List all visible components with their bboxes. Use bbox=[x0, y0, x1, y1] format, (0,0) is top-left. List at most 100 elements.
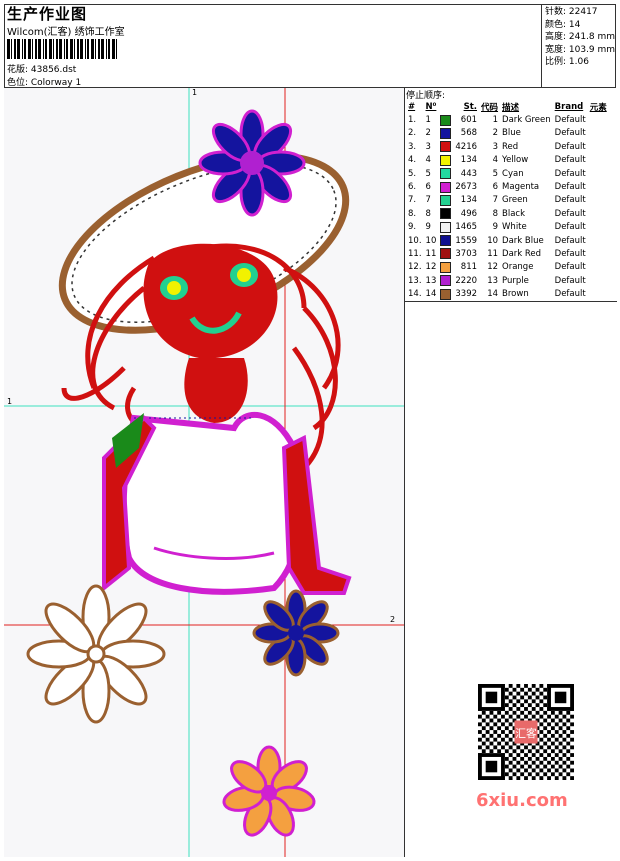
thread-row: 2. 2 568 2 Blue Default bbox=[406, 127, 609, 140]
thread-stitches: 3703 bbox=[455, 248, 478, 259]
thread-swatch bbox=[438, 140, 453, 153]
thread-no: 10 bbox=[425, 235, 437, 246]
thread-no: 7 bbox=[425, 195, 431, 206]
thread-element bbox=[588, 234, 609, 247]
thread-code: 4 bbox=[492, 155, 499, 166]
thread-swatch bbox=[438, 274, 453, 287]
thread-num: 6. bbox=[408, 182, 417, 193]
color-swatch bbox=[440, 261, 452, 273]
thread-code: 9 bbox=[492, 222, 499, 233]
thread-swatch bbox=[438, 247, 453, 260]
barcode bbox=[7, 39, 117, 59]
thread-row: 4. 4 134 4 Yellow Default bbox=[406, 154, 609, 167]
thread-swatch bbox=[438, 127, 453, 140]
thread-stitches: 3392 bbox=[455, 289, 478, 300]
thread-code: 10 bbox=[487, 235, 499, 246]
thread-num: 8. bbox=[408, 208, 417, 219]
flower-middle-right bbox=[252, 589, 340, 677]
thread-desc: Yellow bbox=[502, 155, 529, 166]
design-preview: 1 1 2 bbox=[4, 88, 404, 857]
thread-num: 13. bbox=[408, 275, 422, 286]
thread-stitches: 2673 bbox=[455, 182, 478, 193]
thread-element bbox=[588, 194, 609, 207]
thread-num: 5. bbox=[408, 168, 417, 179]
thread-code: 12 bbox=[487, 262, 499, 273]
neck bbox=[184, 358, 248, 423]
thread-stitches: 4216 bbox=[455, 141, 478, 152]
thread-code: 8 bbox=[492, 208, 499, 219]
design-file: 花版: 43856.dst bbox=[7, 65, 77, 75]
thread-swatch bbox=[438, 167, 453, 180]
color-swatch bbox=[440, 114, 452, 126]
flower-bottom bbox=[222, 745, 316, 837]
flower-top bbox=[198, 109, 306, 217]
thread-num: 9. bbox=[408, 222, 417, 233]
thread-brand: Default bbox=[554, 155, 586, 166]
thread-no: 11 bbox=[425, 248, 437, 259]
col-swatch bbox=[438, 100, 453, 113]
thread-stitches: 2220 bbox=[455, 275, 478, 286]
color-swatch bbox=[440, 181, 452, 193]
thread-desc: Brown bbox=[502, 289, 529, 300]
color-count: 颜色: 14 bbox=[545, 19, 581, 30]
thread-element bbox=[588, 261, 609, 274]
qr-badge: 汇客 bbox=[515, 727, 537, 740]
color-swatch bbox=[440, 275, 452, 287]
thread-no: 8 bbox=[425, 208, 431, 219]
thread-element bbox=[588, 207, 609, 220]
thread-brand: Default bbox=[554, 222, 586, 233]
thread-swatch bbox=[438, 221, 453, 234]
thread-row: 5. 5 443 5 Cyan Default bbox=[406, 167, 609, 180]
thread-swatch bbox=[438, 207, 453, 220]
thread-stitches: 443 bbox=[460, 168, 478, 179]
embroidery-drawing bbox=[4, 88, 404, 857]
thread-swatch bbox=[438, 154, 453, 167]
thread-brand: Default bbox=[554, 141, 586, 152]
guide-label-h2: 2 bbox=[390, 615, 396, 624]
thread-element bbox=[588, 140, 609, 153]
thread-row: 11. 11 3703 11 Dark Red Default bbox=[406, 247, 609, 260]
thread-num: 4. bbox=[408, 155, 417, 166]
col-desc: 描述 bbox=[502, 102, 520, 113]
stitch-count: 针数: 22417 bbox=[545, 7, 598, 17]
thread-brand: Default bbox=[554, 289, 586, 300]
thread-code: 1 bbox=[492, 115, 499, 126]
right-eye-pupil bbox=[237, 268, 251, 282]
thread-no: 13 bbox=[425, 275, 437, 286]
design-height: 高度: 241.8 mm bbox=[545, 32, 616, 43]
color-swatch bbox=[440, 168, 452, 180]
qr-code: 汇客 bbox=[478, 684, 574, 780]
thread-element bbox=[588, 127, 609, 140]
thread-brand: Default bbox=[554, 275, 586, 286]
thread-code: 6 bbox=[492, 182, 499, 193]
color-swatch bbox=[440, 221, 452, 233]
thread-row: 13. 13 2220 13 Purple Default bbox=[406, 274, 609, 287]
thread-brand: Default bbox=[554, 195, 586, 206]
panel-divider bbox=[405, 301, 617, 302]
thread-no: 1 bbox=[425, 115, 431, 126]
thread-num: 3. bbox=[408, 141, 417, 152]
thread-row: 3. 3 4216 3 Red Default bbox=[406, 140, 609, 153]
color-swatch bbox=[440, 194, 452, 206]
thread-num: 14. bbox=[408, 289, 422, 300]
thread-desc: Black bbox=[502, 208, 526, 219]
flower-left bbox=[26, 584, 166, 724]
thread-num: 10. bbox=[408, 235, 422, 246]
color-swatch bbox=[440, 235, 452, 247]
thread-code: 11 bbox=[487, 248, 499, 259]
thread-num: 12. bbox=[408, 262, 422, 273]
thread-row: 8. 8 496 8 Black Default bbox=[406, 207, 609, 220]
thread-brand: Default bbox=[554, 262, 586, 273]
thread-row: 1. 1 601 1 Dark Green Default bbox=[406, 113, 609, 126]
thread-desc: Dark Green bbox=[502, 115, 551, 126]
thread-no: 4 bbox=[425, 155, 431, 166]
thread-brand: Default bbox=[554, 128, 586, 139]
thread-swatch bbox=[438, 261, 453, 274]
right-boot bbox=[281, 434, 352, 595]
thread-code: 7 bbox=[492, 195, 499, 206]
color-swatch bbox=[440, 141, 452, 153]
design-scale: 比例: 1.06 bbox=[545, 57, 589, 68]
thread-swatch bbox=[438, 113, 453, 126]
thread-code: 5 bbox=[492, 168, 499, 179]
thread-desc: Red bbox=[502, 141, 519, 152]
